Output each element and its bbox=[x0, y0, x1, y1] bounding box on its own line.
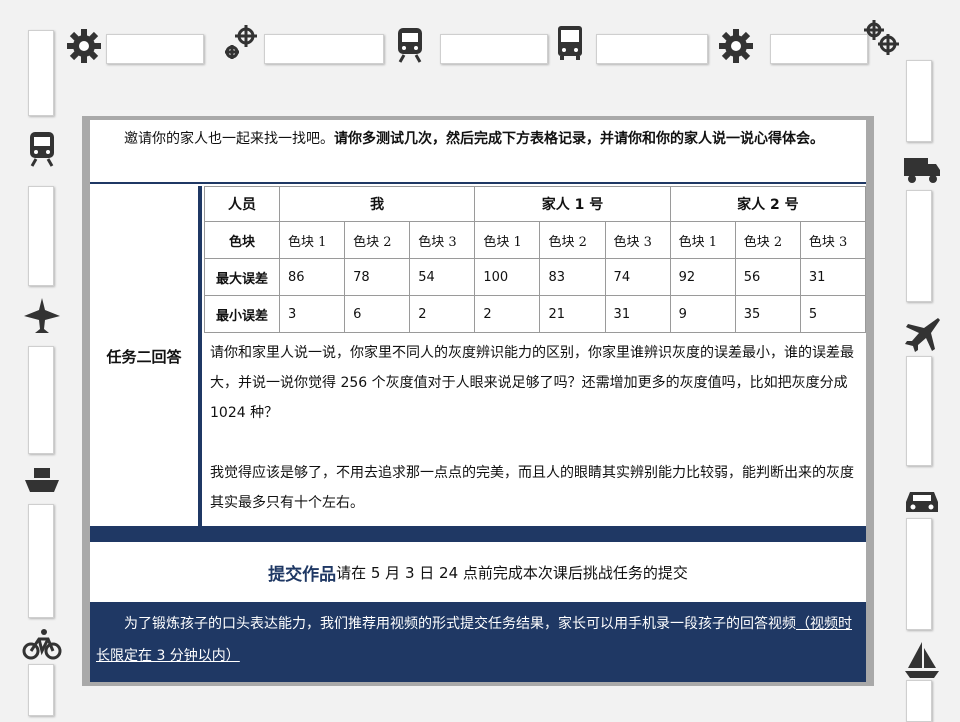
gears-icon bbox=[222, 22, 262, 62]
block-header: 色块 1 bbox=[278, 221, 346, 259]
error-table: 人员 我 家人 1 号 家人 2 号 色块 色块 1 色块 2 色块 3 色块 … bbox=[204, 186, 867, 333]
table-cell: 74 bbox=[604, 258, 671, 296]
gears-icon bbox=[862, 18, 902, 58]
block-header: 色块 3 bbox=[409, 221, 476, 259]
table-cell: 2 bbox=[474, 295, 541, 333]
video-note-text: 为了锻炼孩子的口头表达能力，我们推荐用视频的形式提交任务结果，家长可以用手机录一… bbox=[124, 616, 796, 632]
answer-text: 我觉得应该是够了，不用去追求那一点点的完美，而且人的眼睛其实辨别能力比较弱，能判… bbox=[210, 465, 854, 511]
block-header: 色块 1 bbox=[669, 221, 736, 259]
frame-track-top-5 bbox=[770, 34, 868, 64]
table-header-row: 人员 我 家人 1 号 家人 2 号 bbox=[204, 186, 867, 222]
content-inner: 邀请你的家人也一起来找一找吧。请你多测试几次，然后完成下方表格记录，并请你和你的… bbox=[90, 120, 867, 682]
table-cell: 21 bbox=[539, 295, 606, 333]
table-cell: 92 bbox=[669, 258, 736, 296]
intro-text: 邀请你的家人也一起来找一找吧。请你多测试几次，然后完成下方表格记录，并请你和你的… bbox=[90, 120, 866, 184]
block-header: 色块 2 bbox=[344, 221, 411, 259]
group-header-family-1: 家人 1 号 bbox=[474, 186, 671, 222]
row-label-min-error: 最小误差 bbox=[204, 295, 280, 333]
frame-track-top-2 bbox=[264, 34, 384, 64]
truck-icon bbox=[902, 148, 942, 188]
table-cell: 5 bbox=[799, 295, 867, 333]
table-cell: 31 bbox=[799, 258, 867, 296]
row-label-max-error: 最大误差 bbox=[204, 258, 280, 296]
frame-track-right-3 bbox=[906, 356, 932, 466]
table-block-row: 色块 色块 1 色块 2 色块 3 色块 1 色块 2 色块 3 色块 1 色块… bbox=[204, 221, 867, 259]
table-cell: 54 bbox=[409, 258, 476, 296]
frame-track-top-4 bbox=[596, 34, 708, 64]
bus-icon bbox=[550, 22, 590, 62]
task-label: 任务二回答 bbox=[90, 186, 202, 526]
intro-normal: 邀请你的家人也一起来找一找吧。 bbox=[124, 131, 334, 147]
airplane-icon bbox=[902, 314, 942, 354]
table-row: 最小误差 3 6 2 2 21 31 9 35 5 bbox=[204, 295, 867, 333]
table-cell: 83 bbox=[539, 258, 606, 296]
block-header: 色块 2 bbox=[734, 221, 801, 259]
question-text: 请你和家里人说一说，你家里不同人的灰度辨识能力的区别，你家里谁辨识灰度的误差最小… bbox=[210, 345, 854, 421]
group-header-family-2: 家人 2 号 bbox=[669, 186, 867, 222]
content-panel: 邀请你的家人也一起来找一找吧。请你多测试几次，然后完成下方表格记录，并请你和你的… bbox=[82, 116, 874, 686]
frame-track-left-2 bbox=[28, 186, 54, 286]
submit-text: 请在 5 月 3 日 24 点前完成本次课后挑战任务的提交 bbox=[336, 563, 688, 582]
table-cell: 78 bbox=[344, 258, 411, 296]
table-cell: 9 bbox=[669, 295, 736, 333]
block-header: 色块 1 bbox=[474, 221, 541, 259]
submit-section: 提交作品 请在 5 月 3 日 24 点前完成本次课后挑战任务的提交 bbox=[90, 542, 866, 602]
frame-track-right-4 bbox=[906, 518, 932, 630]
car-icon bbox=[902, 480, 942, 520]
frame-track-right-1 bbox=[906, 60, 932, 142]
sailboat-icon bbox=[902, 640, 942, 680]
table-cell: 35 bbox=[734, 295, 801, 333]
answer-section: 请你和家里人说一说，你家里不同人的灰度辨识能力的区别，你家里谁辨识灰度的误差最小… bbox=[204, 332, 864, 526]
block-header: 色块 3 bbox=[799, 221, 867, 259]
person-header: 人员 bbox=[204, 186, 280, 222]
gear-icon bbox=[64, 26, 104, 66]
frame-track-right-2 bbox=[906, 190, 932, 302]
block-header: 色块 2 bbox=[539, 221, 606, 259]
table-cell: 86 bbox=[278, 258, 346, 296]
frame-track-top-1 bbox=[106, 34, 204, 64]
table-cell: 3 bbox=[278, 295, 346, 333]
table-cell: 6 bbox=[344, 295, 411, 333]
color-label: 色块 bbox=[204, 221, 280, 259]
frame-track-top-3 bbox=[440, 34, 548, 64]
bicycle-icon bbox=[22, 624, 62, 664]
train-icon bbox=[22, 128, 62, 168]
airplane-icon bbox=[22, 296, 62, 336]
video-note-section: 为了锻炼孩子的口头表达能力，我们推荐用视频的形式提交任务结果，家长可以用手机录一… bbox=[90, 602, 866, 682]
submit-heading: 提交作品 bbox=[268, 564, 337, 585]
frame-track-right-5 bbox=[906, 680, 932, 722]
table-cell: 2 bbox=[409, 295, 476, 333]
frame-track-left-1 bbox=[28, 30, 54, 116]
frame-track-left-5 bbox=[28, 664, 54, 716]
gear-icon bbox=[716, 26, 756, 66]
block-header: 色块 3 bbox=[604, 221, 671, 259]
intro-bold: 请你多测试几次，然后完成下方表格记录，并请你和你的家人说一说心得体会。 bbox=[334, 131, 824, 147]
ship-icon bbox=[22, 458, 62, 498]
table-cell: 100 bbox=[474, 258, 541, 296]
table-cell: 56 bbox=[734, 258, 801, 296]
divider-band bbox=[90, 526, 866, 542]
table-cell: 31 bbox=[604, 295, 671, 333]
train-icon bbox=[390, 24, 430, 64]
frame-track-left-3 bbox=[28, 346, 54, 454]
frame-track-left-4 bbox=[28, 504, 54, 618]
table-row: 最大误差 86 78 54 100 83 74 92 56 31 bbox=[204, 258, 867, 296]
group-header-me: 我 bbox=[278, 186, 476, 222]
